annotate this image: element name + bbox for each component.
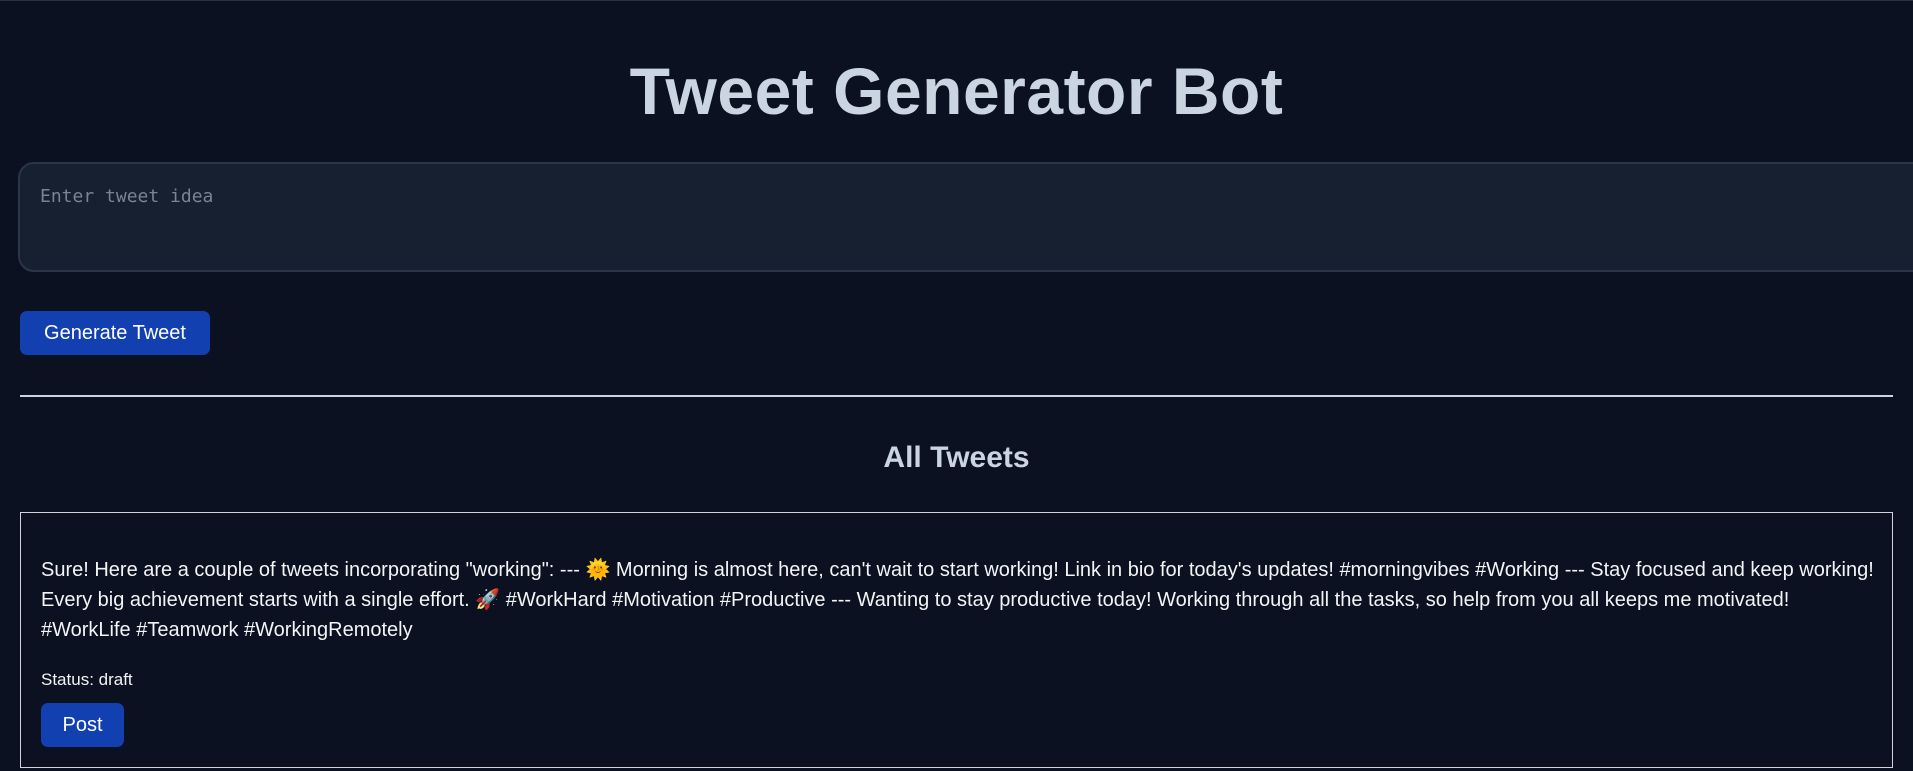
page: Tweet Generator Bot Generate Tweet All T… xyxy=(0,0,1913,771)
top-border xyxy=(0,0,1913,1)
tweet-card: Sure! Here are a couple of tweets incorp… xyxy=(20,512,1893,768)
tweet-idea-input[interactable] xyxy=(18,162,1913,272)
post-button[interactable]: Post xyxy=(41,703,124,747)
generate-tweet-button[interactable]: Generate Tweet xyxy=(20,311,210,355)
page-title: Tweet Generator Bot xyxy=(629,54,1284,128)
tweet-text: Sure! Here are a couple of tweets incorp… xyxy=(41,559,1874,641)
all-tweets-heading: All Tweets xyxy=(883,441,1030,474)
tweet-status: Status: draft xyxy=(41,670,133,689)
section-divider xyxy=(20,395,1893,397)
